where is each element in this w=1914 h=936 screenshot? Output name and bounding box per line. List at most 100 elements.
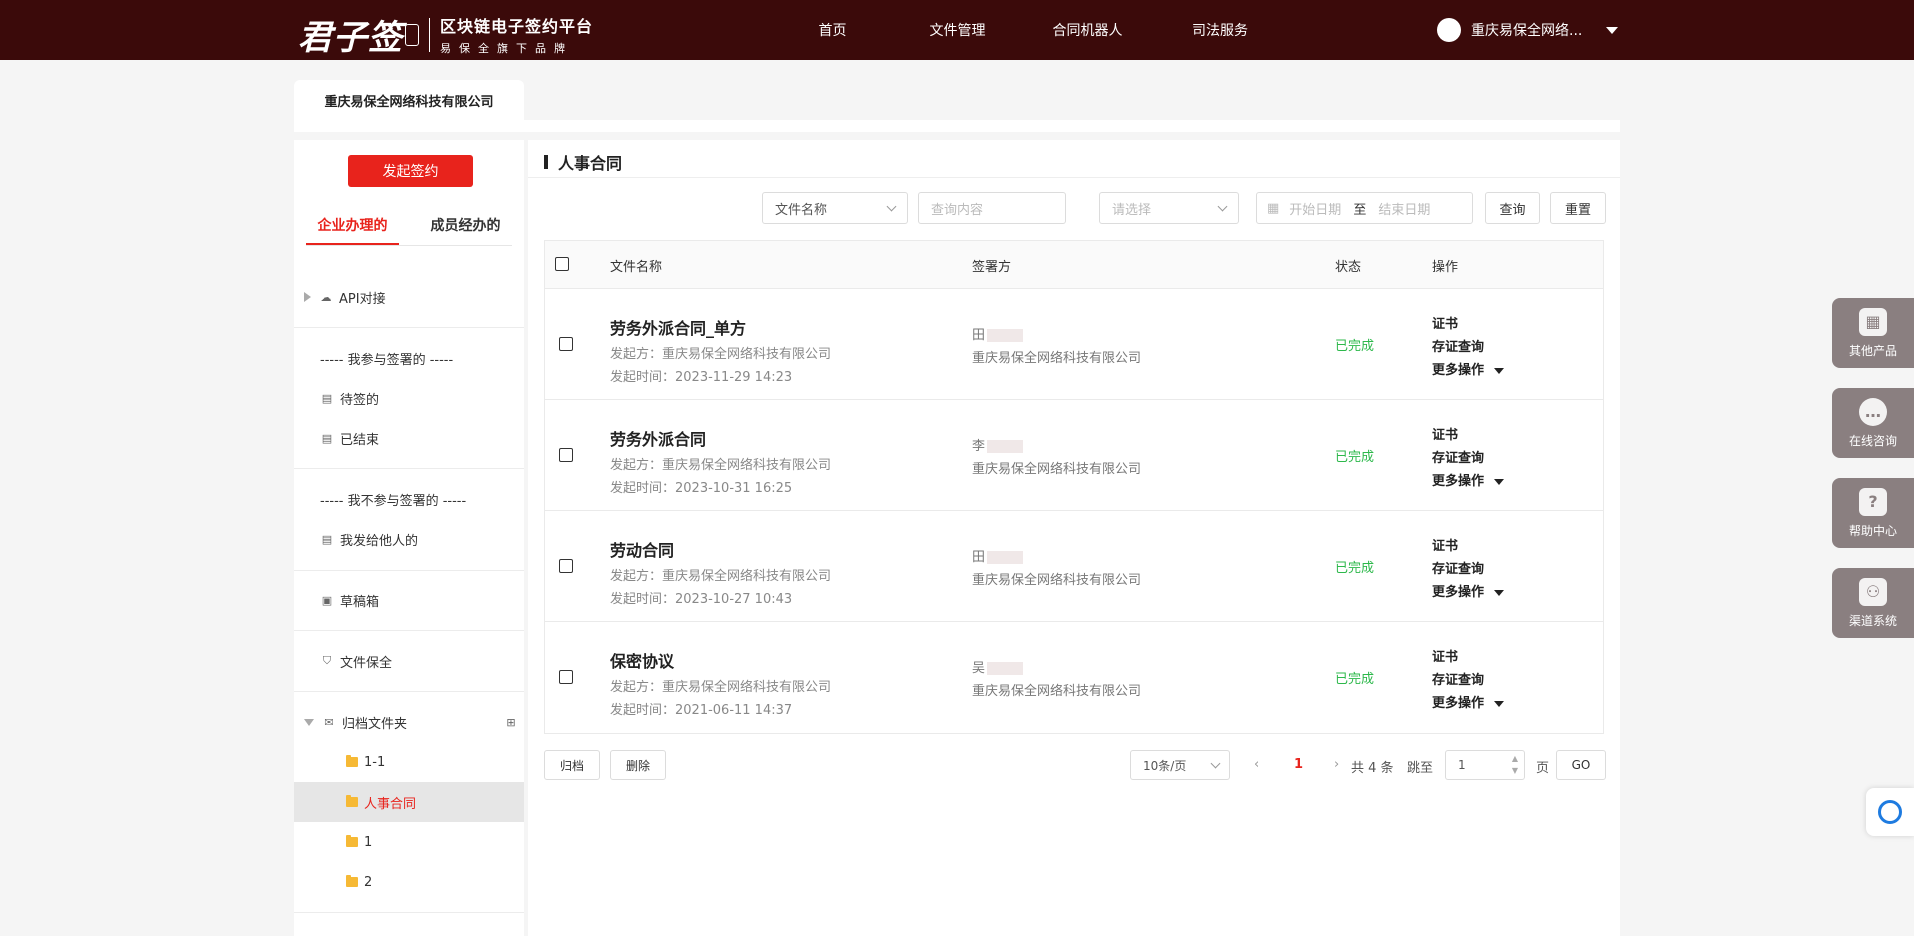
reset-button[interactable]: 重置 — [1550, 192, 1606, 224]
sidebar-item-finished[interactable]: ▤ 已结束 — [294, 428, 524, 448]
go-button[interactable]: GO — [1556, 750, 1606, 780]
cloud-icon: ☁ — [320, 290, 332, 304]
cert-link[interactable]: 证书 — [1432, 646, 1458, 665]
more-actions-label: 更多操作 — [1432, 363, 1485, 378]
contracts-table: 文件名称 签署方 状态 操作 劳务外派合同_单方 发起方：重庆易保全网络科技有限… — [544, 240, 1604, 734]
select-all-checkbox[interactable] — [555, 257, 569, 271]
caret-down-icon — [304, 718, 314, 726]
tab-member[interactable]: 成员经办的 — [419, 214, 512, 245]
sidebar-item-label: API对接 — [339, 291, 386, 307]
float-channel-system[interactable]: ⚇ 渠道系统 — [1832, 568, 1914, 638]
redacted-block — [987, 440, 1024, 453]
sidebar-item-label: 待签的 — [340, 392, 380, 408]
row-checkbox[interactable] — [559, 337, 573, 351]
nav-home[interactable]: 首页 — [780, 20, 885, 40]
document-title[interactable]: 劳动合同 — [610, 537, 674, 561]
document-title[interactable]: 劳务外派合同_单方 — [610, 315, 746, 339]
float-label: 渠道系统 — [1848, 613, 1897, 628]
calendar-icon: ▦ — [1267, 200, 1280, 216]
table-row[interactable]: 劳动合同 发起方：重庆易保全网络科技有限公司 发起时间：2023-10-27 1… — [545, 511, 1603, 622]
delete-button[interactable]: 删除 — [610, 750, 666, 780]
sidebar-item-sent-to-others[interactable]: ▤ 我发给他人的 — [294, 529, 524, 549]
folder-item[interactable]: 1-1 — [294, 752, 524, 772]
more-actions-dropdown[interactable]: 更多操作 — [1432, 692, 1505, 711]
evidence-query-link[interactable]: 存证查询 — [1432, 336, 1484, 355]
float-other-products[interactable]: ▦ 其他产品 — [1832, 298, 1914, 368]
sidebar-item-file-security[interactable]: ⛉ 文件保全 — [294, 651, 524, 671]
brand-logo[interactable]: 君子签 区块链电子签约平台 易保全旗下品牌 — [298, 10, 593, 59]
folder-item[interactable]: 1 — [294, 832, 524, 852]
tab-enterprise[interactable]: 企业办理的 — [306, 214, 399, 245]
folder-item-selected[interactable]: 人事合同 — [294, 782, 524, 822]
cert-link[interactable]: 证书 — [1432, 313, 1458, 332]
query-input[interactable]: 查询内容 — [918, 192, 1066, 224]
document-title[interactable]: 保密协议 — [610, 648, 674, 672]
evidence-query-link[interactable]: 存证查询 — [1432, 558, 1484, 577]
page-size-select[interactable]: 10条/页 — [1130, 750, 1230, 780]
field-select[interactable]: 文件名称 — [762, 192, 908, 224]
page-size-value: 10条/页 — [1143, 758, 1187, 773]
logo-separator — [429, 17, 430, 52]
sidebar-item-label: 已结束 — [340, 432, 380, 448]
group-label-text: ----- 我不参与签署的 ----- — [320, 493, 467, 509]
table-row[interactable]: 保密协议 发起方：重庆易保全网络科技有限公司 发起时间：2021-06-11 1… — [545, 622, 1603, 733]
add-folder-icon[interactable]: ⊞ — [504, 715, 518, 729]
field-select-value: 文件名称 — [775, 202, 828, 218]
more-actions-dropdown[interactable]: 更多操作 — [1432, 359, 1505, 378]
row-checkbox[interactable] — [559, 670, 573, 684]
sidebar-item-pending[interactable]: ▤ 待签的 — [294, 388, 524, 408]
help-icon: ? — [1859, 487, 1887, 516]
divider — [294, 691, 524, 692]
table-row[interactable]: 劳务外派合同 发起方：重庆易保全网络科技有限公司 发起时间：2023-10-31… — [545, 400, 1603, 511]
stepper-icon[interactable]: ▲ ▼ — [1512, 753, 1518, 777]
more-actions-dropdown[interactable]: 更多操作 — [1432, 581, 1505, 600]
next-page-icon[interactable]: › — [1334, 757, 1339, 772]
logo-subtagline: 易保全旗下品牌 — [440, 42, 573, 55]
cert-link[interactable]: 证书 — [1432, 535, 1458, 554]
cert-link[interactable]: 证书 — [1432, 424, 1458, 443]
nav-contract-robot[interactable]: 合同机器人 — [1030, 20, 1145, 40]
document-title[interactable]: 劳务外派合同 — [610, 426, 706, 450]
prev-page-icon[interactable]: ‹ — [1254, 757, 1259, 772]
nav-file-management[interactable]: 文件管理 — [885, 20, 1030, 40]
table-row[interactable]: 劳务外派合同_单方 发起方：重庆易保全网络科技有限公司 发起时间：2023-11… — [545, 289, 1603, 400]
float-label: 帮助中心 — [1848, 523, 1897, 538]
start-sign-button[interactable]: 发起签约 — [348, 155, 473, 187]
folder-label: 1-1 — [364, 754, 386, 770]
sidebar-item-api[interactable]: ☁ API对接 — [294, 287, 524, 307]
float-label: 其他产品 — [1848, 343, 1897, 358]
row-checkbox[interactable] — [559, 448, 573, 462]
sidebar-item-archive-folder[interactable]: ✉ 归档文件夹 ⊞ — [294, 712, 524, 732]
date-range-picker[interactable]: ▦ 开始日期 至 结束日期 — [1256, 192, 1473, 224]
signer-name: 李 — [972, 435, 1024, 454]
total-count: 共 4 条 — [1351, 761, 1394, 776]
page-jump-input[interactable]: 1 ▲ ▼ — [1445, 750, 1525, 780]
document-edit-icon: ▤ — [321, 391, 333, 405]
more-actions-dropdown[interactable]: 更多操作 — [1432, 470, 1505, 489]
folder-item[interactable]: 2 — [294, 872, 524, 892]
divider — [294, 570, 524, 571]
status-select[interactable]: 请选择 — [1099, 192, 1239, 224]
initiated-time: 发起时间：2023-11-29 14:23 — [610, 370, 793, 385]
page-jump-value: 1 — [1458, 758, 1466, 772]
logo-tagline: 区块链电子签约平台 — [440, 17, 594, 36]
sidebar-item-drafts[interactable]: ▣ 草稿箱 — [294, 590, 524, 610]
evidence-query-link[interactable]: 存证查询 — [1432, 669, 1484, 688]
query-input-placeholder: 查询内容 — [931, 202, 984, 218]
end-date-placeholder[interactable]: 结束日期 — [1378, 199, 1430, 218]
folder-label: 2 — [364, 874, 373, 890]
archive-button[interactable]: 归档 — [544, 750, 600, 780]
nav-judicial-service[interactable]: 司法服务 — [1145, 20, 1295, 40]
float-online-consult[interactable]: … 在线咨询 — [1832, 388, 1914, 458]
search-button[interactable]: 查询 — [1485, 192, 1540, 224]
row-checkbox[interactable] — [559, 559, 573, 573]
signer-surname: 田 — [972, 328, 986, 343]
start-date-placeholder[interactable]: 开始日期 — [1289, 199, 1341, 218]
page-number-current[interactable]: 1 — [1294, 757, 1303, 772]
float-help-center[interactable]: ? 帮助中心 — [1832, 478, 1914, 548]
assistant-logo-icon[interactable] — [1866, 788, 1914, 836]
network-icon: ⚇ — [1859, 577, 1887, 606]
user-menu[interactable]: 重庆易保全网络... — [1437, 18, 1619, 42]
company-tab[interactable]: 重庆易保全网络科技有限公司 — [294, 80, 524, 120]
evidence-query-link[interactable]: 存证查询 — [1432, 447, 1484, 466]
